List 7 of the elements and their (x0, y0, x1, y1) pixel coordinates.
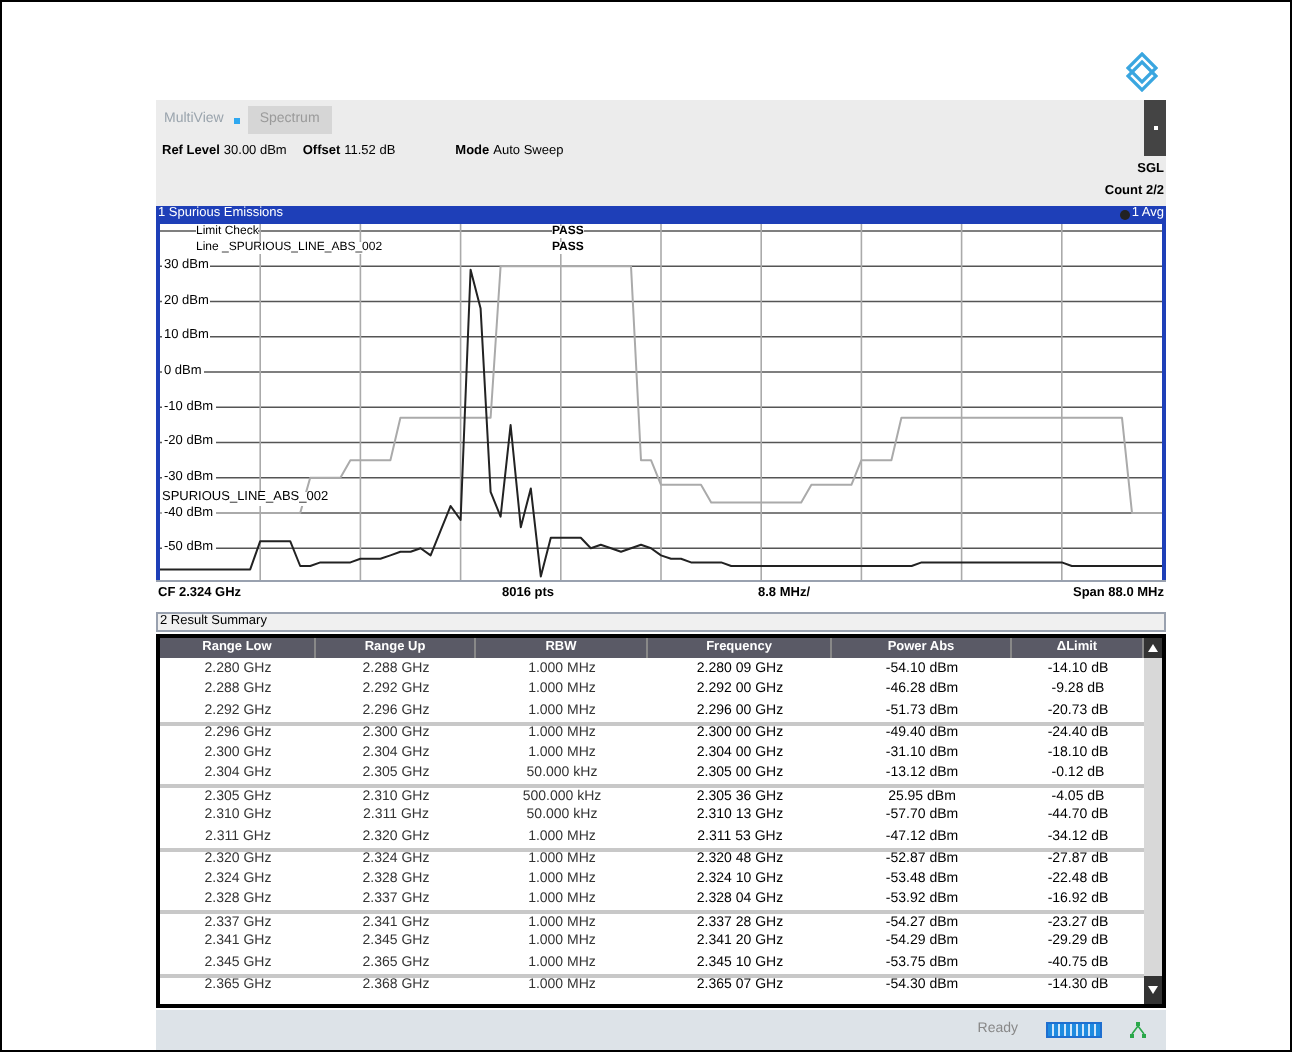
scrollbar[interactable] (1144, 638, 1162, 1004)
logo-icon (1126, 52, 1158, 92)
down-arrow-icon[interactable] (1148, 986, 1158, 994)
sweep-progress-bar (1046, 1022, 1102, 1038)
circle-icon (1119, 210, 1130, 220)
up-arrow-icon[interactable] (1148, 644, 1158, 652)
network-icon (1130, 1022, 1146, 1038)
